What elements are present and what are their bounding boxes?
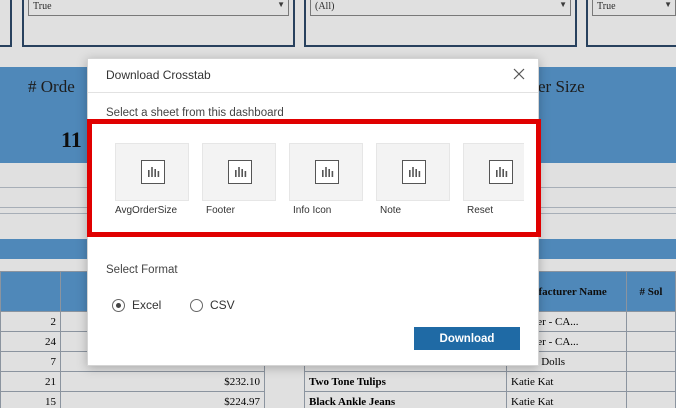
bar-chart-icon: [315, 160, 339, 184]
sheet-thumbnail: [115, 143, 189, 201]
sheet-thumbnail: [202, 143, 276, 201]
bar-chart-icon: [402, 160, 426, 184]
radio-unselected-icon: [190, 298, 203, 312]
radio-selected-icon: [112, 298, 125, 312]
sheet-option-reset[interactable]: Reset: [463, 143, 524, 223]
sheet-label: Info Icon: [293, 205, 332, 216]
sheet-prompt: Select a sheet from this dashboard: [106, 107, 284, 119]
sheet-list: AvgOrderSize Footer Info Icon Note Reset: [101, 129, 524, 229]
dialog-title: Download Crosstab: [106, 68, 211, 82]
download-button[interactable]: Download: [414, 327, 520, 350]
sheet-thumbnail: [289, 143, 363, 201]
bar-chart-icon: [141, 160, 165, 184]
sheet-label: Note: [380, 205, 402, 216]
sheet-option-footer[interactable]: Footer: [202, 143, 276, 223]
sheet-thumbnail: [463, 143, 524, 201]
format-radio-csv[interactable]: CSV: [190, 298, 235, 312]
sheet-thumbnail: [376, 143, 450, 201]
format-radio-excel[interactable]: Excel: [112, 298, 161, 312]
format-label-excel: Excel: [132, 298, 162, 312]
download-crosstab-dialog: Download Crosstab Select a sheet from th…: [87, 58, 541, 366]
dialog-divider: [88, 92, 538, 93]
sheet-option-info-icon[interactable]: Info Icon: [289, 143, 363, 223]
sheet-option-note[interactable]: Note: [376, 143, 450, 223]
sheet-label: Footer: [206, 205, 235, 216]
sheet-label: AvgOrderSize: [115, 205, 178, 216]
sheet-label: Reset: [467, 205, 494, 216]
bar-chart-icon: [228, 160, 252, 184]
sheet-option-avgordersize[interactable]: AvgOrderSize: [115, 143, 189, 223]
format-prompt: Select Format: [106, 264, 178, 276]
format-label-csv: CSV: [210, 298, 235, 312]
close-icon[interactable]: [510, 65, 528, 83]
bar-chart-icon: [489, 160, 513, 184]
sheet-selection-highlight: AvgOrderSize Footer Info Icon Note Reset: [87, 119, 541, 237]
